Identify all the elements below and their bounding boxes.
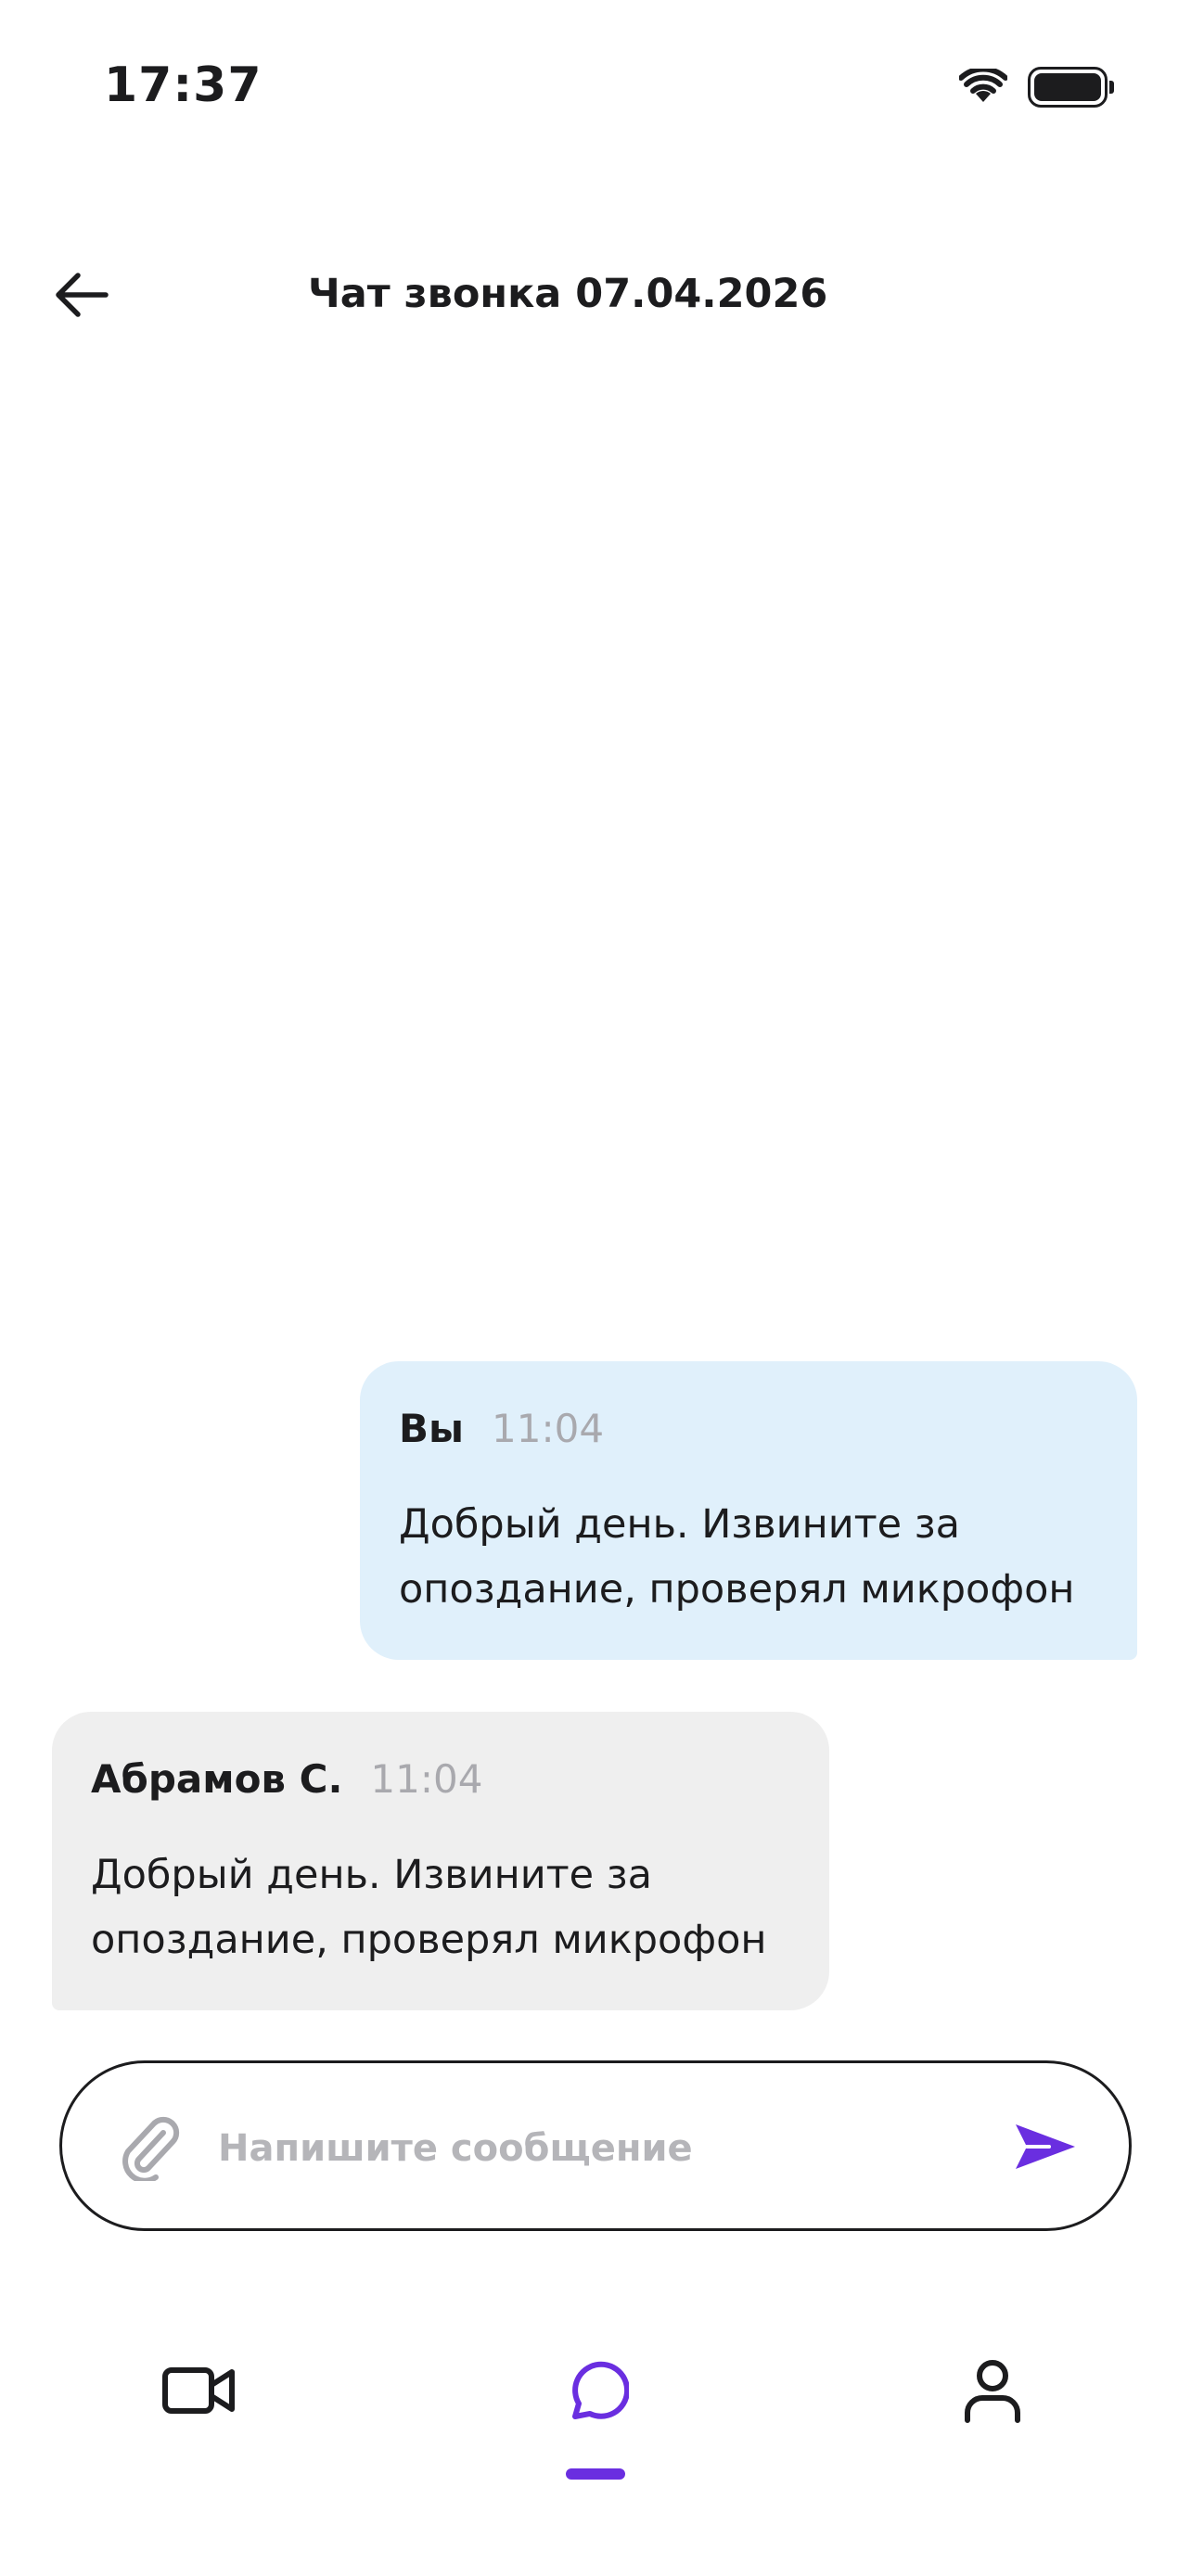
header: Чат звонка 07.04.2026 (0, 241, 1191, 352)
back-button[interactable] (48, 263, 115, 330)
send-button[interactable] (1008, 2111, 1082, 2186)
message-incoming[interactable]: Абрамов С. 11:04 Добрый день. Извините з… (52, 1712, 829, 2010)
battery-icon (1028, 67, 1114, 108)
user-icon (963, 2357, 1022, 2428)
message-outgoing[interactable]: Вы 11:04 Добрый день. Извините за опозда… (360, 1361, 1137, 1660)
message-text: Добрый день. Извините за опоздание, пров… (399, 1501, 1075, 1613)
video-camera-icon (161, 2365, 236, 2420)
status-time: 17:37 (104, 57, 263, 113)
message-author: Абрамов С. (91, 1756, 343, 1802)
arrow-left-icon (54, 272, 109, 322)
message-time: 11:04 (370, 1756, 483, 1802)
message-text: Добрый день. Извините за опоздание, пров… (91, 1852, 767, 1963)
chat-bubble-icon (562, 2357, 631, 2428)
wifi-icon (959, 69, 1007, 106)
send-icon (1012, 2119, 1079, 2178)
battery-fill (1034, 73, 1101, 101)
message-meta: Вы 11:04 (399, 1406, 1098, 1451)
message-time: 11:04 (492, 1406, 605, 1451)
message-author: Вы (399, 1406, 464, 1451)
attach-button[interactable] (112, 2111, 186, 2186)
tab-bar (0, 2318, 1191, 2504)
status-icons (959, 67, 1114, 108)
message-composer (59, 2060, 1132, 2231)
active-tab-indicator (566, 2468, 625, 2480)
battery-cap (1109, 81, 1114, 94)
paperclip-icon (117, 2112, 182, 2185)
page-title: Чат звонка 07.04.2026 (308, 271, 828, 317)
tab-calls[interactable] (143, 2337, 254, 2448)
message-input[interactable] (218, 2102, 1016, 2195)
tab-chat[interactable] (540, 2337, 651, 2448)
tab-profile[interactable] (937, 2337, 1048, 2448)
status-bar: 17:37 (0, 0, 1191, 176)
message-meta: Абрамов С. 11:04 (91, 1756, 790, 1802)
